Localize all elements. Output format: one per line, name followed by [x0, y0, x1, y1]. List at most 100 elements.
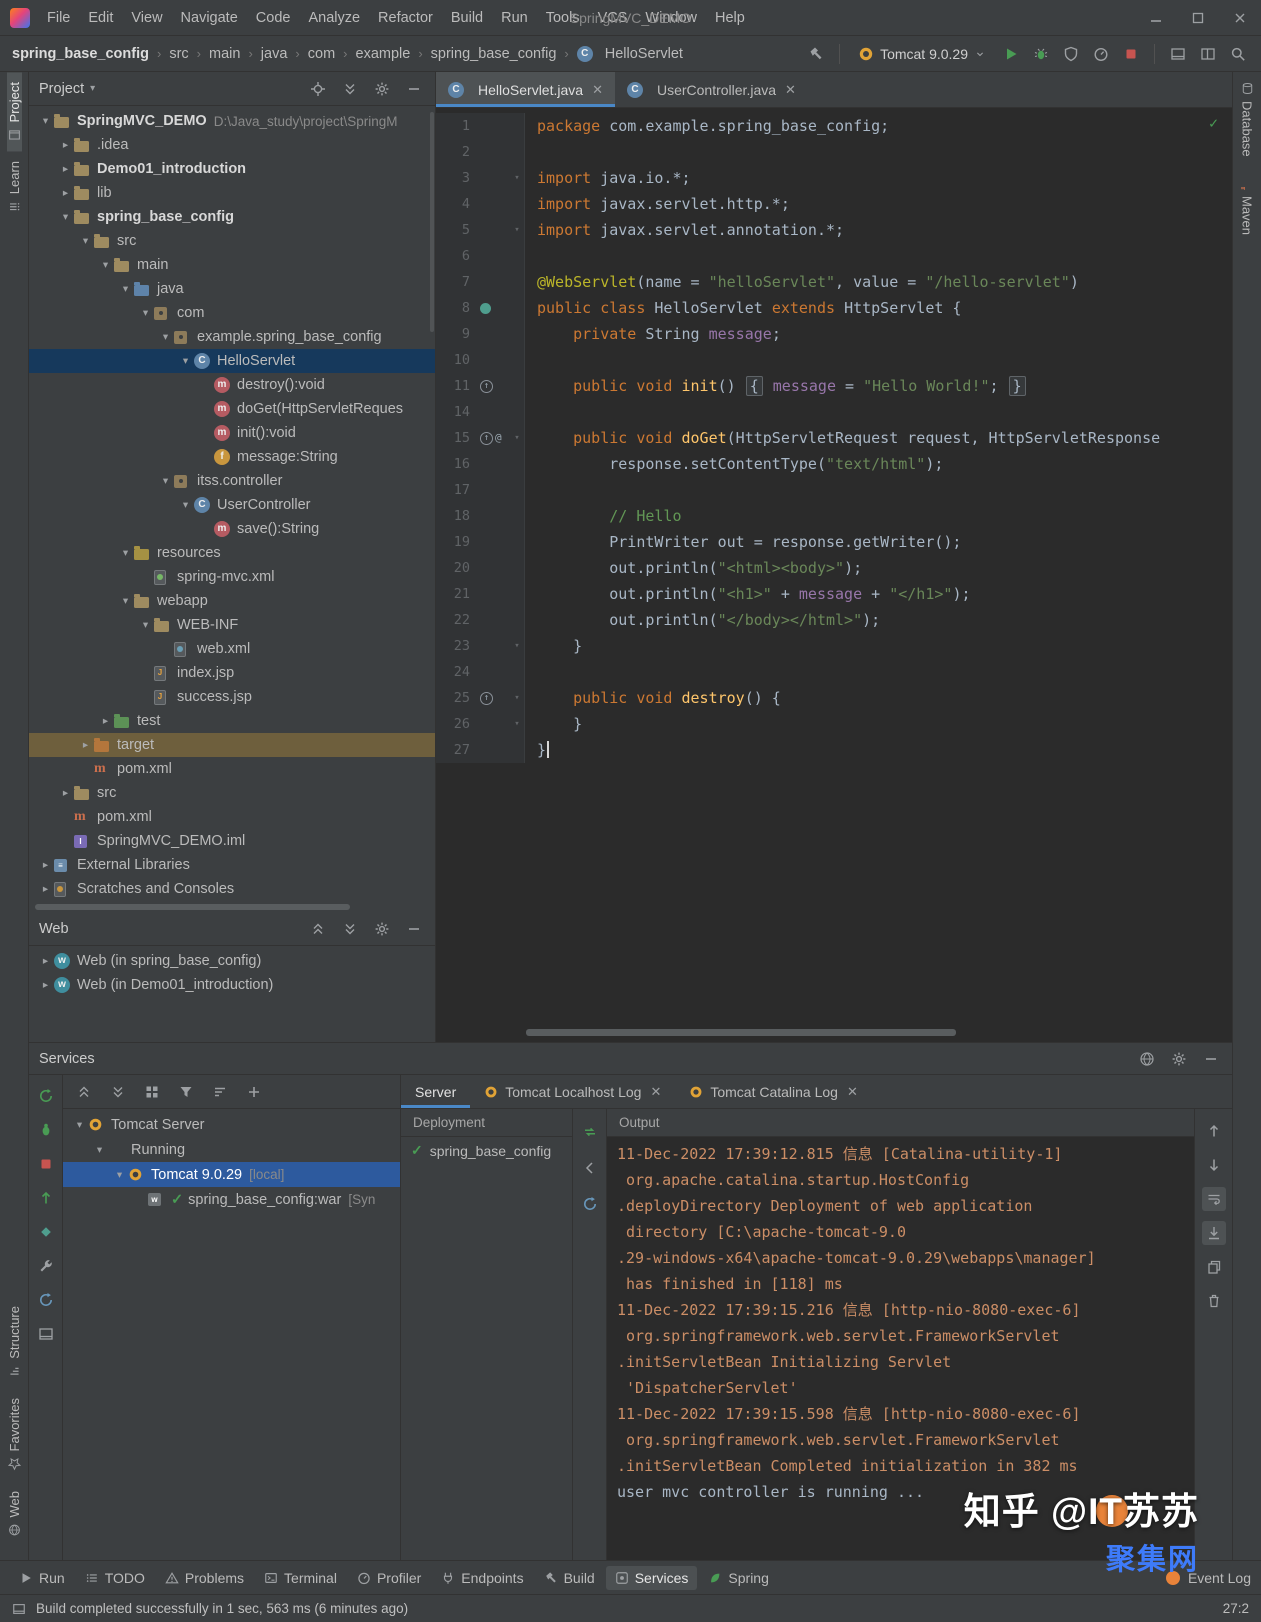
editor-gutter[interactable]: 26▾	[436, 711, 525, 737]
menu-file[interactable]: File	[38, 0, 79, 36]
project-tree-item[interactable]: ▾CUserController	[29, 493, 435, 517]
fold-marker-icon[interactable]: ▾	[510, 633, 525, 659]
arrowDown-button[interactable]	[1202, 1153, 1226, 1177]
inspections-ok-icon[interactable]: ✓	[1209, 114, 1218, 132]
editor-gutter[interactable]: 11↑	[436, 373, 525, 399]
project-tree-item[interactable]: ▾example.spring_base_config	[29, 325, 435, 349]
chevron-right-icon[interactable]: ▸	[37, 955, 54, 967]
breadcrumb-item[interactable]: CHelloServlet	[577, 45, 683, 62]
editor-gutter[interactable]: 10	[436, 347, 525, 373]
project-tree-item[interactable]: ▸≡External Libraries	[29, 853, 435, 877]
code-line[interactable]: 19 PrintWriter out = response.getWriter(…	[436, 529, 1232, 555]
editor-gutter[interactable]: 1	[436, 113, 525, 139]
editor-gutter[interactable]: 3▾	[436, 165, 525, 191]
globe-button[interactable]	[1136, 1048, 1158, 1070]
chevron-right-icon[interactable]: ▸	[57, 139, 74, 151]
stripe-button-learn[interactable]: Learn	[7, 151, 22, 223]
services-tree-item[interactable]: ▾Tomcat 9.0.29 [local]	[63, 1162, 400, 1187]
notification-badge[interactable]	[1166, 1571, 1180, 1585]
project-tree-item[interactable]: ▸test	[29, 709, 435, 733]
rerun-button[interactable]	[35, 1085, 57, 1107]
close-tab-icon[interactable]: ✕	[785, 82, 796, 98]
editor-gutter[interactable]: 27	[436, 737, 525, 763]
chevron-right-icon[interactable]: ▸	[37, 859, 54, 871]
fold-marker-icon[interactable]: ▾	[510, 685, 525, 711]
code-line[interactable]: 10	[436, 347, 1232, 373]
project-tree-item[interactable]: mdoGet(HttpServletReques	[29, 397, 435, 421]
copy-button[interactable]	[1202, 1255, 1226, 1279]
tool-window-button-terminal[interactable]: Terminal	[255, 1566, 346, 1590]
code-line[interactable]: 11↑ public void init() { message = "Hell…	[436, 373, 1232, 399]
code-line[interactable]: 21 out.println("<h1>" + message + "</h1>…	[436, 581, 1232, 607]
code-line[interactable]: 8public class HelloServlet extends HttpS…	[436, 295, 1232, 321]
code-editor[interactable]: 1package com.example.spring_base_config;…	[436, 108, 1232, 1042]
refreshBlue-button[interactable]	[579, 1193, 601, 1215]
services-tree-item[interactable]: ▾Running	[63, 1137, 400, 1162]
shield-button[interactable]	[1060, 43, 1082, 65]
project-tree-item[interactable]: Jsuccess.jsp	[29, 685, 435, 709]
project-tree-item[interactable]: ▾main	[29, 253, 435, 277]
chevron-down-icon[interactable]: ▾	[77, 235, 94, 247]
editor-gutter[interactable]: 16	[436, 451, 525, 477]
fold-marker-icon[interactable]: ▾	[510, 217, 525, 243]
project-tree-item[interactable]: Jindex.jsp	[29, 661, 435, 685]
menu-view[interactable]: View	[122, 0, 171, 36]
chevron-right-icon[interactable]: ▸	[57, 163, 74, 175]
layout-button[interactable]	[35, 1323, 57, 1345]
close-tab-icon[interactable]: ✕	[847, 1084, 858, 1100]
project-tree-item[interactable]: mpom.xml	[29, 757, 435, 781]
close-button[interactable]	[1229, 7, 1251, 29]
editor-gutter[interactable]: 24	[436, 659, 525, 685]
project-tree-item[interactable]: ▾spring_base_config	[29, 205, 435, 229]
editor-tab[interactable]: CUserController.java✕	[615, 72, 808, 107]
menu-code[interactable]: Code	[247, 0, 300, 36]
hammer-button[interactable]	[805, 43, 827, 65]
stop-button[interactable]	[1120, 43, 1142, 65]
project-tree-item[interactable]: ▾CHelloServlet	[29, 349, 435, 373]
project-tree-item[interactable]: ▸lib	[29, 181, 435, 205]
caret-position[interactable]: 27:2	[1223, 1601, 1249, 1616]
project-tree-item[interactable]: mdestroy():void	[29, 373, 435, 397]
chevron-down-icon[interactable]: ▾	[97, 259, 114, 271]
stripe-button-project[interactable]: Project	[7, 72, 22, 151]
code-line[interactable]: 1package com.example.spring_base_config;	[436, 113, 1232, 139]
event-log-button[interactable]: Event Log	[1188, 1570, 1251, 1586]
chevron-down-icon[interactable]: ▾	[157, 331, 174, 343]
services-tab[interactable]: Server	[401, 1075, 470, 1108]
stripe-button-structure[interactable]: Structure	[7, 1296, 22, 1388]
breadcrumb-item[interactable]: main	[209, 46, 240, 62]
project-tree-item[interactable]: msave():String	[29, 517, 435, 541]
editor-gutter[interactable]: 25↑▾	[436, 685, 525, 711]
project-tree-item[interactable]: mpom.xml	[29, 805, 435, 829]
chevron-down-icon[interactable]: ▾	[177, 355, 194, 367]
code-line[interactable]: 17	[436, 477, 1232, 503]
services-tab[interactable]: Tomcat Catalina Log✕	[675, 1075, 872, 1108]
web-tree-item[interactable]: ▸wWeb (in Demo01_introduction)	[29, 973, 435, 997]
arrowUp-button[interactable]	[1202, 1119, 1226, 1143]
editor-horizontal-scrollbar[interactable]	[526, 1029, 956, 1036]
chevron-down-icon[interactable]: ▾	[117, 595, 134, 607]
code-line[interactable]: 22 out.println("</body></html>");	[436, 607, 1232, 633]
funnel-button[interactable]	[175, 1081, 197, 1103]
minimize-button[interactable]	[1145, 7, 1167, 29]
minus-button[interactable]	[403, 918, 425, 940]
locate-button[interactable]	[307, 78, 329, 100]
menu-refactor[interactable]: Refactor	[369, 0, 442, 36]
code-line[interactable]: 4import javax.servlet.http.*;	[436, 191, 1232, 217]
project-tree-item[interactable]: fmessage:String	[29, 445, 435, 469]
editor-gutter[interactable]: 6	[436, 243, 525, 269]
stripe-button-web[interactable]: Web	[7, 1481, 22, 1547]
backGray-button[interactable]	[579, 1157, 601, 1179]
chevron-down-icon[interactable]: ▾	[111, 1169, 128, 1181]
tool-window-button-spring[interactable]: Spring	[699, 1566, 777, 1590]
project-tree-item[interactable]: ▾WEB-INF	[29, 613, 435, 637]
code-line[interactable]: 26▾ }	[436, 711, 1232, 737]
menu-navigate[interactable]: Navigate	[172, 0, 247, 36]
services-tree-item[interactable]: w✓spring_base_config:war [Syn	[63, 1187, 400, 1212]
group-button[interactable]	[141, 1081, 163, 1103]
stopSq-button[interactable]	[35, 1153, 57, 1175]
project-tree-item[interactable]: ▸Scratches and Consoles	[29, 877, 435, 901]
bug-button[interactable]	[1030, 43, 1052, 65]
override-marker-icon[interactable]: ↑	[480, 692, 493, 705]
code-line[interactable]: 20 out.println("<html><body>");	[436, 555, 1232, 581]
